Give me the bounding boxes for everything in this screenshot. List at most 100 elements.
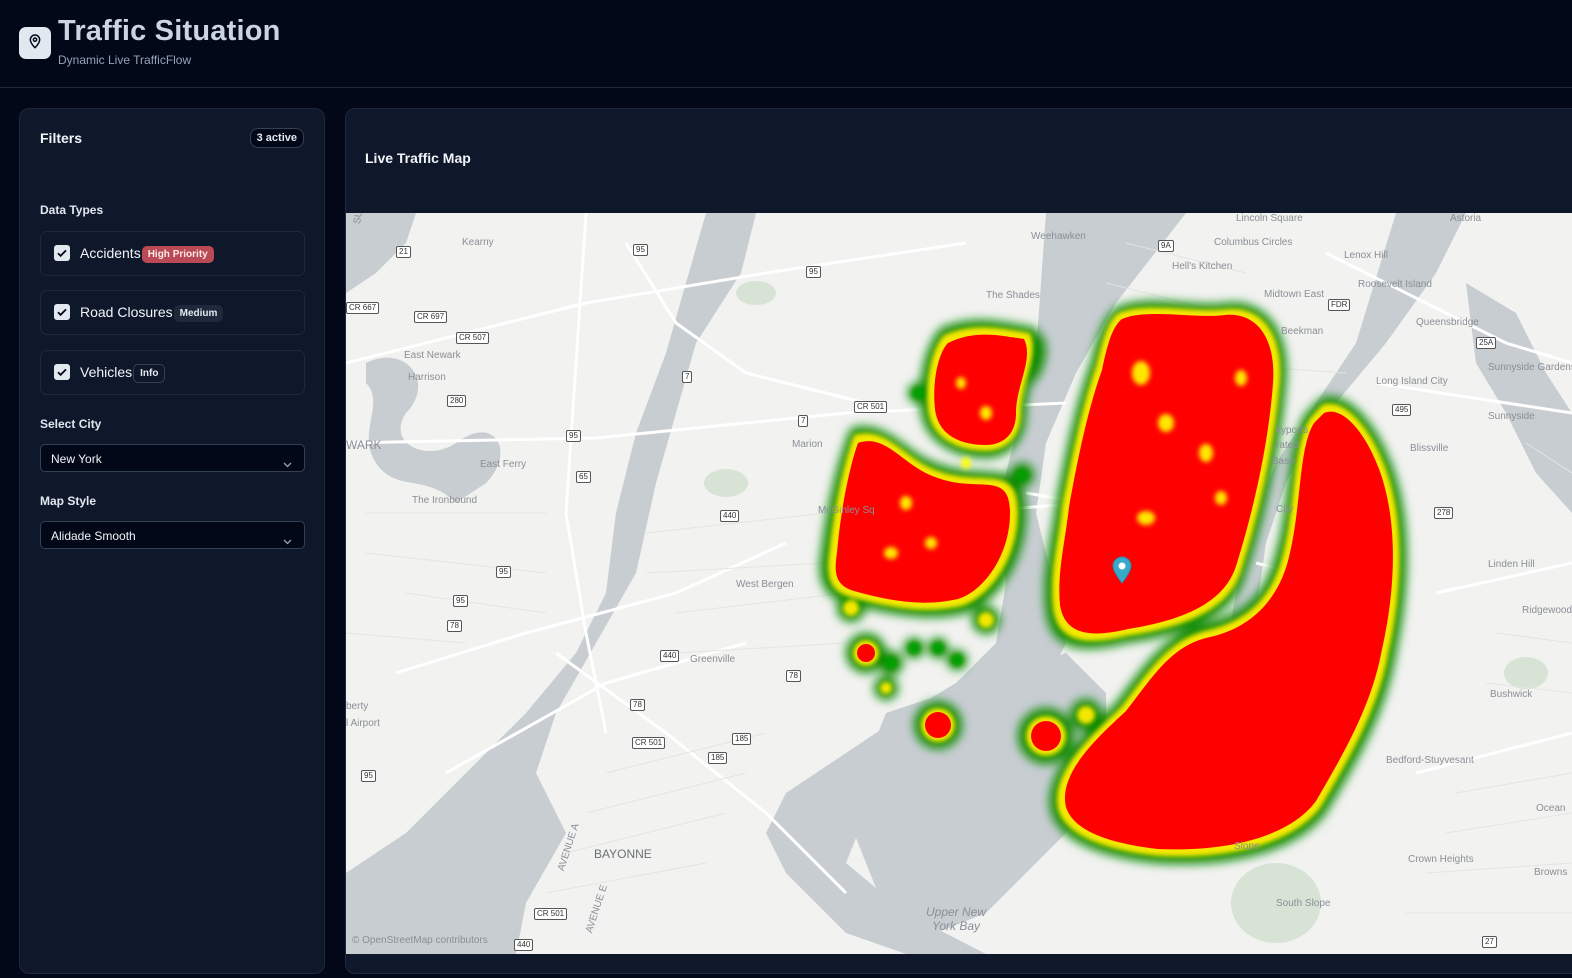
map-label-columbus-circle: Columbus Circles	[1214, 237, 1293, 248]
vehicles-checkbox[interactable]	[54, 364, 70, 380]
map-label-browns: Browns	[1534, 867, 1568, 878]
filter-row-vehicles: Vehicles Info	[80, 364, 166, 383]
map-label-navy-yard-1: kyports	[1276, 425, 1309, 436]
map-label-harrison: Harrison	[408, 372, 446, 383]
map-label-weehawken: Weehawken	[1031, 231, 1086, 242]
map-label-airport: l Airport	[346, 718, 380, 729]
map-label-beekman: Beekman	[1281, 326, 1324, 337]
road-closures-label: Road Closures	[80, 304, 173, 320]
medium-badge: Medium	[173, 305, 224, 322]
map-label-east-ferry: East Ferry	[480, 459, 527, 470]
location-pin-icon[interactable]	[1111, 556, 1133, 589]
chevron-down-icon	[283, 455, 292, 473]
map-label-lenox-hill: Lenox Hill	[1344, 250, 1388, 261]
basemap	[346, 213, 1572, 954]
filter-row-road-closures: Road Closures Medium	[80, 304, 224, 322]
vehicles-label: Vehicles	[80, 364, 133, 380]
route-shield: 440	[660, 650, 680, 662]
high-priority-badge: High Priority	[141, 246, 214, 263]
map-label-sunnyside-gardens: Sunnyside Gardens	[1488, 362, 1572, 373]
map-label-blissville: Blissville	[1410, 443, 1449, 454]
map-panel: Live Traffic Map Kearny East Newark Harr…	[345, 108, 1572, 974]
map-label-ocean: Ocean	[1536, 803, 1566, 814]
map-style-label: Map Style	[40, 494, 97, 508]
map-label-roosevelt-island: Roosevelt Island	[1358, 279, 1432, 290]
route-shield: 78	[447, 620, 462, 632]
traffic-map[interactable]: Kearny East Newark Harrison The Ironboun…	[346, 213, 1572, 954]
city-select-value: New York	[51, 452, 102, 466]
map-label-city: City	[1276, 504, 1294, 515]
map-label-greenville: Greenville	[690, 654, 736, 665]
map-label-park-slope: Slope	[1234, 841, 1260, 852]
map-panel-title: Live Traffic Map	[365, 150, 471, 166]
map-label-south-slope: South Slope	[1276, 898, 1331, 909]
road-closures-checkbox[interactable]	[54, 304, 70, 320]
map-label-hells-kitchen: Hell's Kitchen	[1172, 261, 1233, 272]
check-icon	[54, 307, 70, 324]
map-label-ironbound: The Ironbound	[412, 495, 478, 506]
map-label-kearny: Kearny	[462, 237, 494, 248]
map-pin-icon	[27, 33, 43, 54]
app-subtitle: Dynamic Live TrafficFlow	[58, 53, 192, 67]
select-city-label: Select City	[40, 417, 102, 431]
map-label-marion: Marion	[792, 439, 823, 450]
map-label-sunnyside: Sunnyside	[1488, 411, 1535, 422]
map-label-mcginley: McGinley Sq	[818, 505, 875, 516]
route-shield: CR 697	[414, 311, 448, 323]
check-icon	[54, 248, 70, 265]
map-label-queensbridge: Queensbridge	[1416, 317, 1479, 328]
route-shield: CR 501	[854, 401, 888, 413]
route-shield: 280	[447, 395, 467, 407]
info-badge: Info	[133, 364, 166, 383]
accidents-checkbox[interactable]	[54, 245, 70, 261]
map-label-newark: WARK	[346, 438, 382, 452]
route-shield: 95	[633, 244, 648, 256]
chevron-down-icon	[283, 532, 292, 550]
route-shield: 9A	[1158, 240, 1174, 252]
map-label-midtown-east: Midtown East	[1264, 289, 1325, 300]
route-shield: 7	[682, 371, 693, 383]
map-label-linden-hill: Linden Hill	[1488, 559, 1535, 570]
route-shield: 440	[514, 939, 534, 951]
map-label-the-shades: The Shades	[986, 290, 1040, 301]
route-shield: 27	[1482, 936, 1497, 948]
map-style-select[interactable]: Alidade Smooth	[40, 521, 305, 549]
filters-title: Filters	[40, 130, 83, 146]
city-select[interactable]: New York	[40, 444, 305, 472]
filters-panel: Filters 3 active Data Types Accidents Hig…	[19, 108, 325, 974]
route-shield: 25A	[1476, 337, 1497, 349]
app-logo	[19, 27, 51, 59]
app-title: Traffic Situation	[58, 15, 281, 47]
map-attribution[interactable]: © OpenStreetMap contributors	[352, 935, 488, 946]
route-shield: 21	[396, 246, 411, 258]
route-shield: FDR	[1328, 299, 1351, 311]
route-shield: 78	[786, 670, 801, 682]
accidents-label: Accidents	[80, 245, 141, 261]
filter-vehicles[interactable]: Vehicles Info	[40, 350, 305, 395]
map-label-lincoln-square: Lincoln Square	[1236, 213, 1303, 224]
map-label-upper-ny-bay: Upper New York Bay	[925, 905, 987, 933]
data-types-label: Data Types	[40, 203, 104, 217]
map-label-navy-yard-2: rated	[1276, 440, 1299, 451]
route-shield: 440	[720, 510, 740, 522]
route-shield: 278	[1434, 507, 1454, 519]
route-shield: 95	[496, 566, 511, 578]
map-label-ridgewood: Ridgewood	[1522, 605, 1572, 616]
filter-accidents[interactable]: Accidents High Priority	[40, 231, 305, 276]
filter-road-closures[interactable]: Road Closures Medium	[40, 290, 305, 335]
map-label-liberty: berty	[346, 701, 369, 712]
map-label-bayonne: BAYONNE	[594, 847, 652, 861]
app-header: Traffic Situation Dynamic Live TrafficFl…	[0, 0, 1572, 88]
route-shield: 95	[806, 266, 821, 278]
route-shield: 495	[1392, 404, 1412, 416]
route-shield: 185	[708, 752, 728, 764]
map-label-bushwick: Bushwick	[1490, 689, 1533, 700]
map-label-navy-yard-3: Base	[1272, 456, 1295, 467]
map-label-crown-heights: Crown Heights	[1408, 854, 1474, 865]
map-label-long-island-city: Long Island City	[1376, 376, 1448, 387]
map-label-astoria: Astoria	[1450, 213, 1482, 224]
map-label-bed-stuy: Bedford-Stuyvesant	[1386, 755, 1474, 766]
route-shield: 78	[630, 699, 645, 711]
route-shield: CR 501	[632, 737, 666, 749]
route-shield: CR 507	[456, 332, 490, 344]
